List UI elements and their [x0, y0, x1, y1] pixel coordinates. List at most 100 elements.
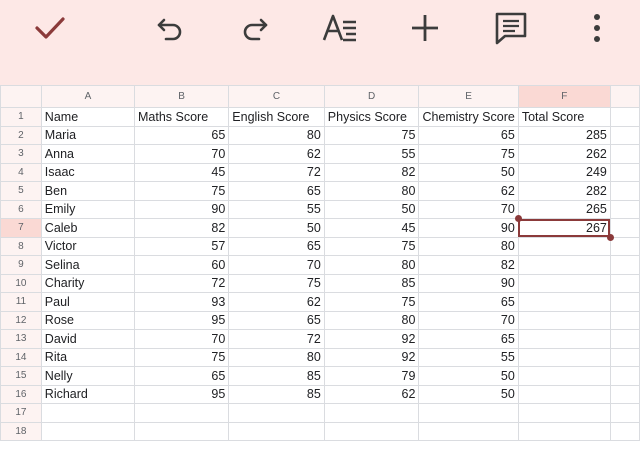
row-header[interactable]: 15 [0, 366, 42, 386]
table-cell-empty[interactable] [609, 255, 640, 275]
table-cell[interactable]: 65 [228, 181, 325, 201]
row-header[interactable]: 11 [0, 292, 42, 312]
table-cell[interactable]: 80 [228, 347, 325, 367]
table-cell[interactable]: 80 [418, 236, 519, 256]
table-cell-empty[interactable] [609, 144, 640, 164]
row-header[interactable]: 6 [0, 199, 42, 219]
table-cell[interactable]: 75 [418, 144, 519, 164]
table-cell[interactable]: 50 [323, 199, 420, 219]
table-cell[interactable]: 85 [228, 366, 325, 386]
table-cell[interactable] [517, 403, 611, 423]
insert-plus-icon[interactable] [403, 6, 447, 50]
table-cell[interactable]: 95 [133, 310, 230, 330]
comment-icon[interactable] [489, 6, 533, 50]
table-cell[interactable] [517, 329, 611, 349]
table-cell-empty[interactable] [609, 403, 640, 423]
table-cell[interactable]: 285 [517, 125, 611, 145]
table-cell-empty[interactable] [609, 199, 640, 219]
table-cell[interactable]: 80 [323, 255, 420, 275]
row-header[interactable]: 2 [0, 125, 42, 145]
table-cell[interactable] [418, 421, 519, 441]
table-cell[interactable]: 60 [133, 255, 230, 275]
row-header[interactable]: 14 [0, 347, 42, 367]
header-cell[interactable]: Name [40, 107, 136, 127]
table-cell[interactable]: Anna [40, 144, 136, 164]
row-header[interactable]: 7 [0, 218, 42, 238]
table-cell[interactable]: 80 [323, 181, 420, 201]
table-cell[interactable] [418, 403, 519, 423]
table-cell[interactable]: 85 [323, 273, 420, 293]
table-cell[interactable] [517, 366, 611, 386]
table-cell[interactable]: 75 [323, 236, 420, 256]
table-cell[interactable]: Maria [40, 125, 136, 145]
text-format-icon[interactable] [318, 6, 362, 50]
table-cell[interactable]: 65 [418, 329, 519, 349]
table-cell[interactable] [517, 273, 611, 293]
table-cell[interactable]: 90 [133, 199, 230, 219]
table-cell[interactable]: 62 [418, 181, 519, 201]
table-cell-empty[interactable] [609, 273, 640, 293]
table-cell[interactable]: 79 [323, 366, 420, 386]
table-cell[interactable]: 262 [517, 144, 611, 164]
table-cell[interactable] [517, 292, 611, 312]
header-cell[interactable]: Total Score [517, 107, 611, 127]
table-cell[interactable]: 75 [133, 181, 230, 201]
table-cell[interactable] [517, 347, 611, 367]
table-cell-empty[interactable] [609, 292, 640, 312]
table-cell[interactable]: 72 [228, 329, 325, 349]
redo-icon[interactable] [233, 6, 277, 50]
select-all-corner[interactable] [0, 85, 42, 108]
table-cell[interactable]: 93 [133, 292, 230, 312]
column-header[interactable]: C [228, 85, 325, 108]
table-cell[interactable] [40, 421, 136, 441]
table-cell[interactable]: 92 [323, 347, 420, 367]
table-cell[interactable]: Ben [40, 181, 136, 201]
table-cell[interactable]: 50 [418, 366, 519, 386]
table-cell[interactable]: 72 [228, 162, 325, 182]
table-cell[interactable]: 70 [133, 144, 230, 164]
selected-cell[interactable]: 267 [517, 218, 611, 238]
table-cell[interactable]: Richard [40, 384, 136, 404]
row-header[interactable]: 17 [0, 403, 42, 423]
row-header[interactable]: 5 [0, 181, 42, 201]
row-header[interactable]: 18 [0, 421, 42, 441]
table-cell[interactable]: 80 [323, 310, 420, 330]
column-header[interactable]: D [323, 85, 420, 108]
table-cell-empty[interactable] [609, 366, 640, 386]
header-cell[interactable]: Maths Score [133, 107, 230, 127]
table-cell-empty[interactable] [609, 347, 640, 367]
done-check-icon[interactable] [28, 6, 72, 50]
table-cell[interactable]: 82 [323, 162, 420, 182]
table-cell[interactable]: 62 [323, 384, 420, 404]
table-cell[interactable]: 70 [418, 199, 519, 219]
table-cell-empty[interactable] [609, 384, 640, 404]
header-cell[interactable]: Physics Score [323, 107, 420, 127]
table-cell[interactable] [517, 255, 611, 275]
table-cell[interactable]: 282 [517, 181, 611, 201]
table-cell-empty[interactable] [609, 162, 640, 182]
table-cell[interactable]: Emily [40, 199, 136, 219]
table-cell[interactable]: 50 [418, 384, 519, 404]
table-cell[interactable] [40, 403, 136, 423]
selection-handle-end[interactable] [606, 233, 614, 241]
row-header[interactable]: 3 [0, 144, 42, 164]
table-cell[interactable]: 85 [228, 384, 325, 404]
table-cell[interactable]: Paul [40, 292, 136, 312]
table-cell[interactable] [517, 310, 611, 330]
table-cell-empty[interactable] [609, 310, 640, 330]
column-header[interactable]: B [133, 85, 230, 108]
table-cell[interactable]: 55 [228, 199, 325, 219]
table-cell-empty[interactable] [609, 107, 640, 127]
table-cell[interactable]: 92 [323, 329, 420, 349]
row-header[interactable]: 8 [0, 236, 42, 256]
table-cell[interactable]: Rose [40, 310, 136, 330]
header-cell[interactable]: English Score [228, 107, 325, 127]
table-cell-empty[interactable] [609, 236, 640, 256]
undo-icon[interactable] [148, 6, 192, 50]
table-cell[interactable]: 62 [228, 144, 325, 164]
table-cell-empty[interactable] [609, 421, 640, 441]
table-cell[interactable]: 45 [323, 218, 420, 238]
table-cell[interactable]: 75 [228, 273, 325, 293]
row-header[interactable]: 9 [0, 255, 42, 275]
table-cell[interactable]: 75 [323, 125, 420, 145]
